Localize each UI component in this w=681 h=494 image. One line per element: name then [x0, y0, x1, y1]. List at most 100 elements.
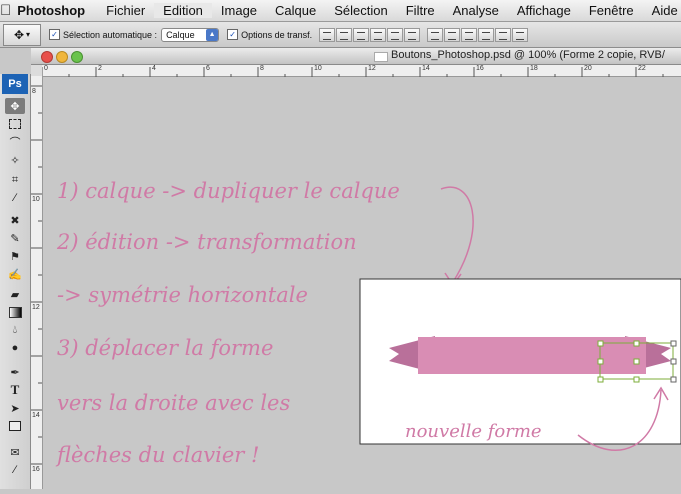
- gradient-tool[interactable]: [5, 304, 25, 320]
- brush-icon: ✎: [10, 232, 20, 245]
- auto-select-dropdown[interactable]: Calque ▲: [161, 27, 220, 42]
- eraser-tool[interactable]: ▰: [5, 286, 25, 302]
- ruler-h-label: 18: [530, 65, 538, 72]
- chevron-down-icon: ▾: [26, 30, 31, 39]
- transform-handle[interactable]: [597, 340, 604, 347]
- eyedropper-tool[interactable]: ∕: [5, 190, 25, 206]
- dodge-tool[interactable]: ●: [5, 340, 25, 356]
- notes-icon: ✉: [10, 446, 20, 459]
- history-brush-icon: ✍: [8, 268, 22, 281]
- distribute-hcenter-button[interactable]: [495, 27, 512, 42]
- menu-fenetre[interactable]: Fenêtre: [580, 3, 643, 18]
- healing-tool[interactable]: ✖: [5, 212, 25, 228]
- menu-filtre[interactable]: Filtre: [397, 3, 444, 18]
- eraser-icon: ▰: [10, 288, 20, 301]
- menu-calque[interactable]: Calque: [266, 3, 325, 18]
- marquee-tool[interactable]: [5, 116, 25, 132]
- history-brush-tool[interactable]: ✍: [5, 266, 25, 282]
- ruler-h-label: 4: [152, 65, 156, 72]
- ruler-vertical[interactable]: 8 10 12 14 16: [31, 76, 43, 489]
- magic-wand-tool[interactable]: ✧: [5, 152, 25, 168]
- healing-icon: ✖: [10, 214, 20, 227]
- checkbox-checked-icon: ✓: [49, 29, 60, 40]
- menu-app-name[interactable]: Photoshop: [11, 3, 97, 18]
- checkbox-checked-icon: ✓: [227, 29, 239, 40]
- distribute-right-button[interactable]: [512, 27, 529, 42]
- minimize-window-icon[interactable]: [56, 51, 68, 63]
- move-icon: ✥: [10, 100, 20, 113]
- type-tool[interactable]: T: [5, 382, 25, 398]
- shape-tool[interactable]: [5, 418, 25, 434]
- blur-tool[interactable]: 💧︎: [5, 322, 25, 338]
- marquee-icon: [9, 119, 21, 129]
- eyedropper-2-tool[interactable]: ∕: [5, 462, 25, 478]
- pen-tool[interactable]: ✒: [5, 364, 25, 380]
- dropdown-arrow-icon: ▲: [206, 28, 219, 41]
- menu-affichage[interactable]: Affichage: [508, 3, 580, 18]
- stamp-tool[interactable]: ⚑: [5, 248, 25, 264]
- document-icon: [374, 52, 388, 62]
- ruler-h-label: 8: [260, 65, 264, 72]
- distribute-top-button[interactable]: [427, 27, 444, 42]
- crop-tool[interactable]: ⌗: [5, 172, 25, 188]
- notes-tool[interactable]: ✉: [5, 444, 25, 460]
- move-icon: ✥: [13, 27, 25, 42]
- transform-controls-checkbox[interactable]: ✓ Options de transf.: [227, 29, 312, 40]
- menu-fichier[interactable]: Fichier: [97, 3, 154, 18]
- transform-handle[interactable]: [670, 340, 677, 347]
- instruction-line-2: 2) édition -> transformation: [56, 230, 357, 254]
- distribute-vcenter-button[interactable]: [444, 27, 461, 42]
- distribute-left-button[interactable]: [478, 27, 495, 42]
- ruler-h-label: 12: [368, 65, 376, 72]
- transform-handle[interactable]: [597, 358, 604, 365]
- auto-select-checkbox[interactable]: ✓ Sélection automatique :: [49, 29, 157, 40]
- align-bottom-button[interactable]: [353, 27, 370, 42]
- distribute-bottom-button[interactable]: [461, 27, 478, 42]
- transform-handle[interactable]: [633, 358, 640, 365]
- document-canvas[interactable]: 1) calque -> dupliquer le calque 2) édit…: [43, 77, 681, 489]
- ruler-h-label: 2: [98, 65, 102, 72]
- type-icon: T: [10, 382, 20, 397]
- shape-icon: [9, 421, 21, 431]
- ruler-horizontal[interactable]: 0 2 4 6 8 10 12 14 16 18 20 22: [41, 65, 681, 78]
- ruler-h-label: 6: [206, 65, 210, 72]
- path-selection-tool[interactable]: ➤: [5, 400, 25, 416]
- close-window-icon[interactable]: [41, 51, 53, 63]
- brush-tool[interactable]: ✎: [5, 230, 25, 246]
- gradient-icon: [8, 306, 22, 318]
- align-top-button[interactable]: [319, 27, 336, 42]
- ruler-v-label: 16: [32, 466, 40, 473]
- menu-aide[interactable]: Aide: [643, 3, 681, 18]
- photoshop-logo[interactable]: Ps: [2, 74, 28, 94]
- transform-handle[interactable]: [633, 376, 640, 383]
- zoom-window-icon[interactable]: [71, 51, 83, 63]
- curved-arrow-1: [440, 186, 474, 283]
- transform-handle[interactable]: [633, 340, 640, 347]
- ruler-h-label: 20: [584, 65, 592, 72]
- transform-handle[interactable]: [597, 376, 604, 383]
- lasso-tool[interactable]: ⌒: [5, 134, 25, 150]
- menu-bar:  Photoshop Fichier Edition Image Calque…: [0, 0, 681, 22]
- instruction-line-3: -> symétrie horizontale: [57, 283, 308, 307]
- document-title-bar: Boutons_Photoshop.psd @ 100% (Forme 2 co…: [31, 48, 681, 65]
- dodge-icon: ●: [11, 342, 19, 354]
- align-left-button[interactable]: [370, 27, 387, 42]
- tool-preset-picker[interactable]: ✥ ▾: [3, 23, 41, 46]
- menu-image[interactable]: Image: [212, 3, 266, 18]
- menu-analyse[interactable]: Analyse: [444, 3, 508, 18]
- menu-edition[interactable]: Edition: [154, 3, 212, 18]
- move-tool[interactable]: ✥: [5, 98, 25, 114]
- transform-handle[interactable]: [670, 358, 677, 365]
- transform-handle[interactable]: [670, 376, 677, 383]
- align-hcenter-button[interactable]: [387, 27, 404, 42]
- align-right-button[interactable]: [404, 27, 421, 42]
- ruler-v-label: 12: [32, 304, 40, 311]
- ruler-v-label: 10: [32, 196, 40, 203]
- magic-wand-icon: ✧: [10, 154, 20, 167]
- align-vcenter-button[interactable]: [336, 27, 353, 42]
- menu-selection[interactable]: Sélection: [325, 3, 396, 18]
- instruction-line-1: 1) calque -> dupliquer le calque: [57, 179, 400, 203]
- tools-panel: Ps ✥ ⌒ ✧ ⌗ ∕ ✖ ✎ ⚑ ✍ ▰ 💧︎ ● ✒ T ➤ ✉ ∕: [0, 74, 31, 489]
- apple-icon[interactable]: : [0, 2, 11, 19]
- auto-select-value: Calque: [166, 29, 195, 40]
